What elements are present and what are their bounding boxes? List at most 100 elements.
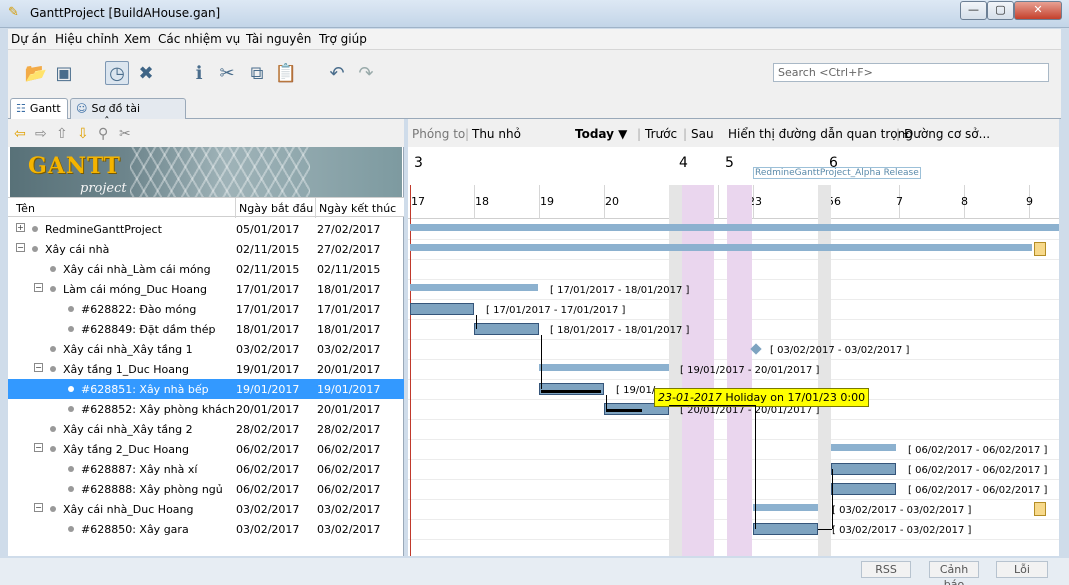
table-row[interactable]: Xây cái nhà_Xây tầng 2 28/02/2017 28/02/20… — [8, 419, 404, 439]
errors-button[interactable]: Lỗi — [996, 561, 1048, 578]
task-start[interactable]: 19/01/2017 — [236, 383, 299, 396]
outdent-icon[interactable]: ⇦ — [14, 126, 26, 142]
task-end[interactable]: 20/01/2017 — [317, 403, 380, 416]
zoom-out-button[interactable]: Thu nhỏ — [472, 127, 521, 141]
table-row[interactable]: − Xây tầng 1_Duc Hoang 19/01/2017 20/01/201… — [8, 359, 404, 379]
zoom-in-button[interactable]: Phóng to — [412, 127, 465, 141]
task-bar[interactable] — [831, 463, 896, 475]
task-name[interactable]: #628852: Xây phòng khách — [81, 403, 235, 416]
menu-resources[interactable]: Tài nguyên — [246, 32, 311, 46]
table-row[interactable]: #628888: Xây phòng ngủ 06/02/2017 06/02/20… — [8, 479, 404, 499]
task-end[interactable]: 03/02/2017 — [317, 523, 380, 536]
summary-bar[interactable] — [539, 364, 669, 371]
expand-toggle-icon[interactable]: − — [34, 363, 43, 372]
clock-icon[interactable]: ◷ — [105, 61, 129, 85]
redo-icon[interactable]: ↷ — [354, 61, 378, 85]
task-bar[interactable] — [474, 323, 539, 335]
task-end[interactable]: 18/01/2017 — [317, 323, 380, 336]
task-end[interactable]: 19/01/2017 — [317, 383, 380, 396]
task-bar-selected[interactable] — [539, 383, 604, 395]
task-name[interactable]: #628888: Xây phòng ngủ — [81, 483, 223, 496]
task-name[interactable]: #628887: Xây nhà xí — [81, 463, 197, 476]
task-start[interactable]: 06/02/2017 — [236, 443, 299, 456]
task-start[interactable]: 02/11/2015 — [236, 263, 299, 276]
table-row[interactable]: #628852: Xây phòng khách 20/01/2017 20/01/… — [8, 399, 404, 419]
task-end[interactable]: 17/01/2017 — [317, 303, 380, 316]
table-row[interactable]: − Làm cái móng_Duc Hoang 17/01/2017 18/01/2… — [8, 279, 404, 299]
rss-button[interactable]: RSS — [861, 561, 911, 578]
table-row[interactable]: − Xây cái nhà 02/11/2015 27/02/2017 — [8, 239, 404, 259]
task-name[interactable]: Xây cái nhà_Duc Hoang — [63, 503, 194, 516]
task-name[interactable]: Xây tầng 2_Duc Hoang — [63, 443, 189, 456]
critical-path-button[interactable]: Hiển thị đường dẫn quan trọng — [728, 127, 913, 141]
table-row[interactable]: #628822: Đào móng 17/01/2017 17/01/2017 — [8, 299, 404, 319]
task-end[interactable]: 03/02/2017 — [317, 343, 380, 356]
summary-bar[interactable] — [753, 504, 818, 511]
task-end[interactable]: 27/02/2017 — [317, 223, 380, 236]
table-row[interactable]: − Xây tầng 2_Duc Hoang 06/02/2017 06/02/201… — [8, 439, 404, 459]
task-name[interactable]: #628850: Xây gara — [81, 523, 189, 536]
task-end[interactable]: 06/02/2017 — [317, 483, 380, 496]
task-name[interactable]: Xây cái nhà_Xây tầng 1 — [63, 343, 193, 356]
task-start[interactable]: 03/02/2017 — [236, 523, 299, 536]
task-start[interactable]: 05/01/2017 — [236, 223, 299, 236]
task-start[interactable]: 28/02/2017 — [236, 423, 299, 436]
search-input[interactable]: Search <Ctrl+F> — [773, 63, 1049, 82]
table-row[interactable]: #628849: Đặt dầm thép 18/01/2017 18/01/201… — [8, 319, 404, 339]
table-row[interactable]: Xây cái nhà_Làm cái móng 02/11/2015 02/11/… — [8, 259, 404, 279]
info-icon[interactable]: ℹ — [187, 61, 211, 85]
task-start[interactable]: 19/01/2017 — [236, 363, 299, 376]
task-end[interactable]: 20/01/2017 — [317, 363, 380, 376]
prev-button[interactable]: Trước — [645, 127, 677, 141]
move-up-icon[interactable]: ⇧ — [56, 126, 68, 142]
expand-toggle-icon[interactable]: − — [34, 283, 43, 292]
table-row[interactable]: #628851: Xây nhà bếp 19/01/2017 19/01/2017 — [8, 379, 404, 399]
menu-edit[interactable]: Hiệu chỉnh — [55, 32, 119, 46]
task-name[interactable]: Làm cái móng_Duc Hoang — [63, 283, 207, 296]
task-start[interactable]: 18/01/2017 — [236, 323, 299, 336]
table-row[interactable]: Xây cái nhà_Xây tầng 1 03/02/2017 03/02/20… — [8, 339, 404, 359]
column-divider[interactable] — [235, 198, 236, 218]
task-start[interactable]: 20/01/2017 — [236, 403, 299, 416]
delete-icon[interactable]: ✖ — [134, 61, 158, 85]
table-row[interactable]: #628850: Xây gara 03/02/2017 03/02/2017 — [8, 519, 404, 539]
summary-bar[interactable] — [410, 284, 538, 291]
milestone-diamond[interactable] — [750, 343, 762, 355]
task-name[interactable]: Xây tầng 1_Duc Hoang — [63, 363, 189, 376]
unlink-icon[interactable]: ✂ — [119, 126, 131, 142]
task-bar[interactable] — [831, 483, 896, 495]
indent-icon[interactable]: ⇨ — [35, 126, 47, 142]
expand-toggle-icon[interactable]: − — [34, 443, 43, 452]
expand-toggle-icon[interactable]: − — [16, 243, 25, 252]
task-start[interactable]: 03/02/2017 — [236, 503, 299, 516]
open-folder-icon[interactable]: 📂 — [24, 61, 48, 85]
task-bar[interactable] — [753, 523, 818, 535]
next-button[interactable]: Sau — [691, 127, 714, 141]
col-name-header[interactable]: Tên — [16, 202, 35, 215]
col-start-header[interactable]: Ngày bắt đầu — [239, 202, 313, 215]
menu-view[interactable]: Xem — [124, 32, 151, 46]
menu-project[interactable]: Dự án — [11, 32, 47, 46]
table-row[interactable]: #628887: Xây nhà xí 06/02/2017 06/02/2017 — [8, 459, 404, 479]
task-end[interactable]: 02/11/2015 — [317, 263, 380, 276]
task-start[interactable]: 17/01/2017 — [236, 283, 299, 296]
link-icon[interactable]: ⚲ — [98, 126, 108, 142]
summary-bar[interactable] — [410, 224, 1059, 231]
task-name[interactable]: #628851: Xây nhà bếp — [81, 383, 209, 396]
task-name[interactable]: #628849: Đặt dầm thép — [81, 323, 215, 336]
task-end[interactable]: 27/02/2017 — [317, 243, 380, 256]
task-end[interactable]: 18/01/2017 — [317, 283, 380, 296]
task-start[interactable]: 06/02/2017 — [236, 463, 299, 476]
col-end-header[interactable]: Ngày kết thúc — [319, 202, 396, 215]
note-icon[interactable] — [1034, 502, 1046, 516]
summary-bar[interactable] — [410, 244, 1032, 251]
table-row[interactable]: + RedmineGanttProject 05/01/2017 27/02/2017 — [8, 219, 404, 239]
column-divider[interactable] — [315, 198, 316, 218]
copy-icon[interactable]: ⧉ — [245, 61, 269, 85]
menu-tasks[interactable]: Các nhiệm vụ — [158, 32, 240, 46]
minimize-button[interactable]: — — [960, 1, 987, 20]
expand-toggle-icon[interactable]: − — [34, 503, 43, 512]
maximize-button[interactable]: ▢ — [987, 1, 1014, 20]
undo-icon[interactable]: ↶ — [325, 61, 349, 85]
task-start[interactable]: 02/11/2015 — [236, 243, 299, 256]
